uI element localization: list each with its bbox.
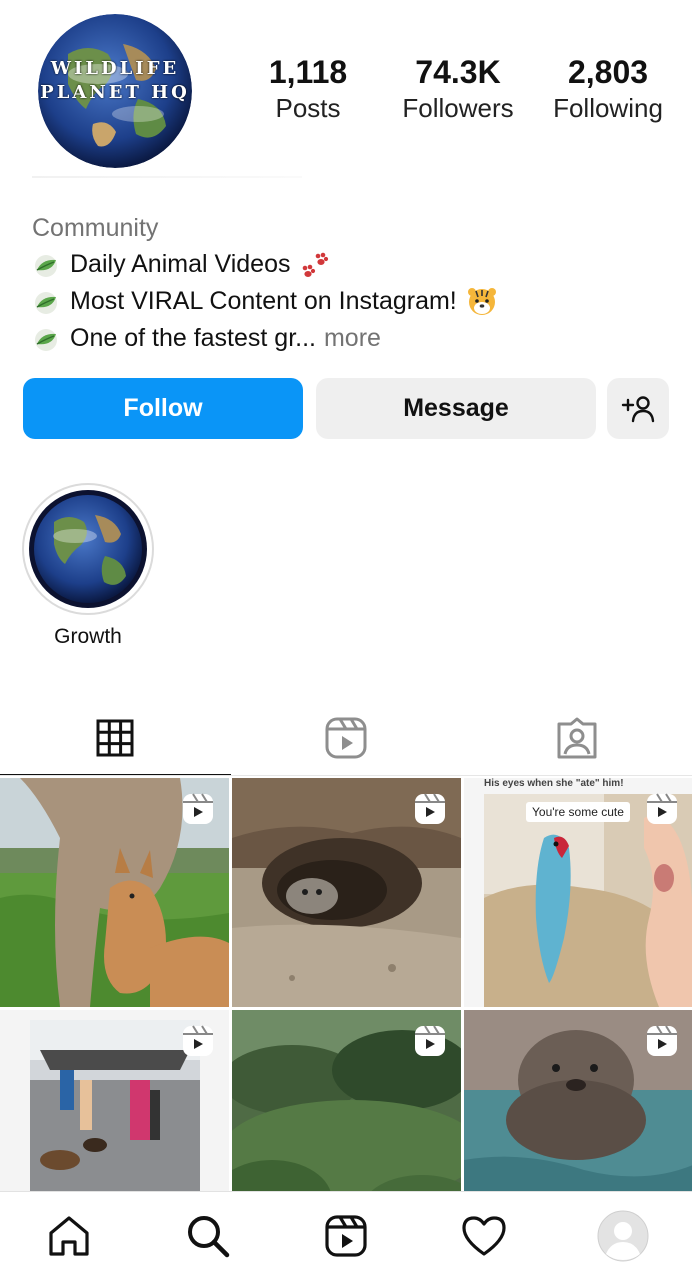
- post-tile[interactable]: [232, 778, 461, 1007]
- add-user-button[interactable]: [607, 378, 669, 439]
- post-tile[interactable]: [0, 778, 229, 1007]
- reels-icon: [325, 717, 367, 759]
- video-caption-chip: You're some cute: [526, 802, 630, 822]
- nav-profile[interactable]: [583, 1196, 663, 1276]
- posts-count: 1,118: [268, 54, 348, 90]
- reel-badge: [413, 1024, 447, 1063]
- profile-avatar: [597, 1210, 649, 1262]
- nav-home[interactable]: [29, 1196, 109, 1276]
- globe-icon: [29, 490, 147, 608]
- reels-icon: [183, 793, 213, 824]
- bio-line-2-text: Most VIRAL Content on Instagram!: [70, 287, 457, 315]
- highlight-ring: [22, 483, 154, 615]
- leaf-icon: [35, 291, 57, 314]
- reels-icon: [415, 793, 445, 824]
- profile-stats: 1,118 Posts 74.3K Followers 2,803 Follow…: [238, 52, 678, 124]
- reels-icon: [647, 793, 677, 824]
- follow-button[interactable]: Follow: [23, 378, 303, 439]
- highlight-label: Growth: [54, 625, 122, 648]
- tab-reels[interactable]: [231, 700, 462, 776]
- reel-badge: [181, 792, 215, 831]
- home-icon: [49, 1216, 89, 1256]
- grid-icon: [96, 719, 134, 757]
- reels-icon: [183, 1025, 213, 1056]
- tab-posts-grid[interactable]: [0, 700, 231, 776]
- profile-tabs: [0, 700, 692, 776]
- following-label: Following: [553, 93, 663, 123]
- reel-badge: [413, 792, 447, 831]
- tab-tagged[interactable]: [461, 700, 692, 776]
- divider: [32, 176, 302, 178]
- bio-line-2: Most VIRAL Content on Instagram!: [32, 283, 672, 320]
- message-button[interactable]: Message: [316, 378, 596, 439]
- bottom-navigation: [0, 1191, 692, 1280]
- bio-more-link[interactable]: more: [324, 320, 381, 357]
- bio-line-1: Daily Animal Videos: [32, 246, 672, 283]
- followers-label: Followers: [402, 93, 514, 123]
- heart-icon: [462, 1216, 506, 1256]
- nav-activity[interactable]: [444, 1196, 524, 1276]
- followers-stat[interactable]: 74.3K Followers: [388, 52, 528, 124]
- reel-badge: [645, 792, 679, 831]
- tiger-face-icon: [467, 287, 496, 315]
- reels-icon: [325, 1215, 367, 1257]
- avatar-title-line2: PLANET HQ: [40, 82, 190, 103]
- following-count: 2,803: [567, 54, 649, 90]
- profile-bio: Community Daily Animal Videos Most VIRAL…: [32, 210, 672, 357]
- posts-grid: His eyes when she "ate" him! You're some…: [0, 778, 692, 1239]
- tabs-divider: [0, 775, 692, 776]
- reel-badge: [181, 1024, 215, 1063]
- bio-line-3-text: One of the fastest gr...: [70, 324, 316, 352]
- followers-count: 74.3K: [415, 54, 501, 90]
- leaf-icon: [35, 328, 57, 351]
- profile-avatar[interactable]: WILDLIFE PLANET HQ: [38, 14, 192, 168]
- avatar-title-line1: WILDLIFE: [50, 58, 180, 79]
- bio-line-1-text: Daily Animal Videos: [70, 250, 291, 278]
- following-stat[interactable]: 2,803 Following: [538, 52, 678, 124]
- nav-reels[interactable]: [306, 1196, 386, 1276]
- story-highlight-growth[interactable]: Growth: [22, 483, 154, 649]
- reel-badge: [645, 1024, 679, 1063]
- posts-stat[interactable]: 1,118 Posts: [238, 52, 378, 124]
- reels-icon: [647, 1025, 677, 1056]
- paw-prints-icon: [303, 252, 329, 277]
- bio-line-3: One of the fastest gr... more: [32, 320, 672, 357]
- leaf-icon: [35, 254, 57, 277]
- post-tile[interactable]: His eyes when she "ate" him! You're some…: [464, 778, 692, 1007]
- posts-label: Posts: [275, 93, 341, 123]
- tagged-icon: [557, 717, 597, 759]
- reels-icon: [415, 1025, 445, 1056]
- search-icon: [187, 1216, 229, 1258]
- video-top-caption: His eyes when she "ate" him!: [484, 778, 624, 789]
- bio-category: Community: [32, 214, 159, 242]
- add-user-icon: [621, 395, 655, 422]
- nav-search[interactable]: [168, 1196, 248, 1276]
